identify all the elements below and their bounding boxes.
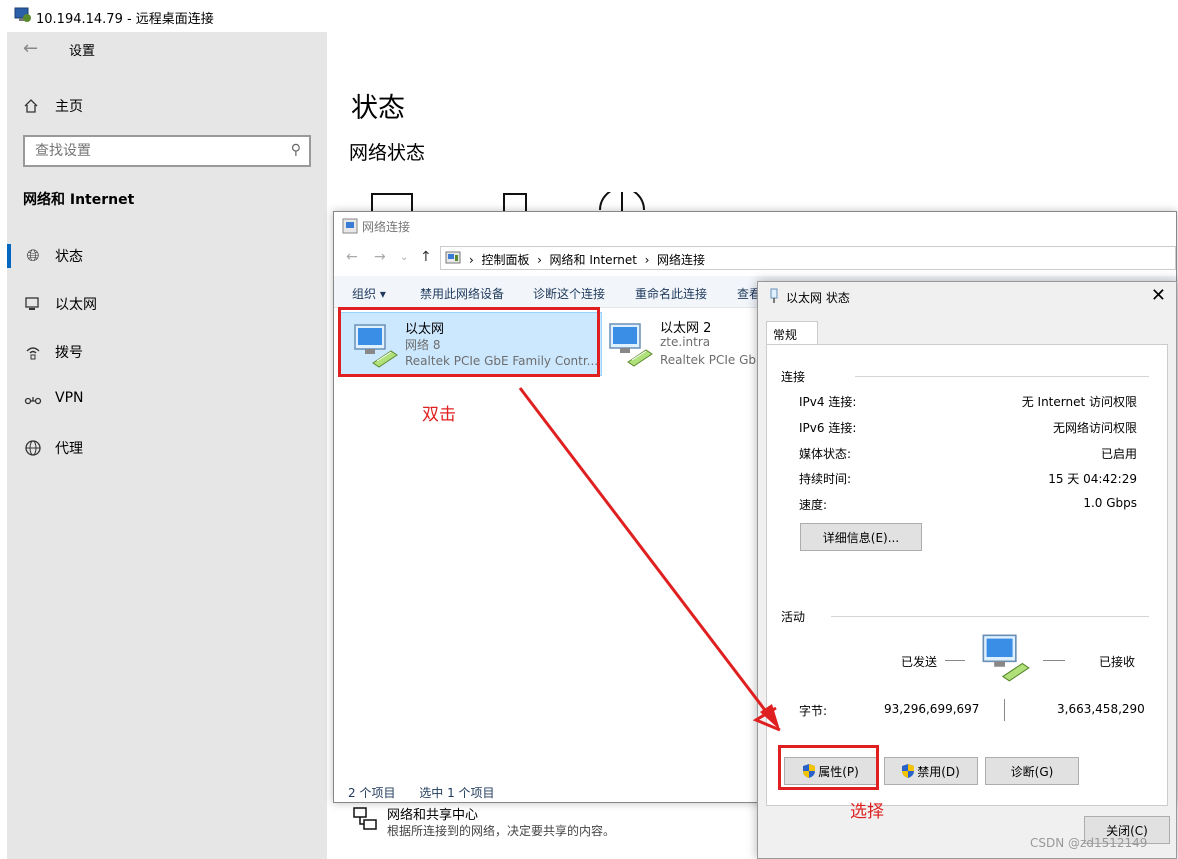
duration-value: 15 天 04:42:29 <box>1048 472 1137 486</box>
watermark: CSDN @zd1512149 <box>1030 836 1148 850</box>
network-adapter-icon <box>609 323 653 367</box>
tab-general[interactable]: 常规 <box>766 321 818 345</box>
search-icon[interactable]: ⚲ <box>291 142 301 158</box>
breadcrumb-sep-icon: › <box>529 253 550 267</box>
remote-desktop-icon <box>14 7 31 22</box>
netconn-title: 网络连接 <box>362 220 411 234</box>
speed-value: 1.0 Gbps <box>1083 496 1137 510</box>
uac-shield-icon <box>902 763 915 778</box>
back-arrow-icon[interactable]: ← <box>346 249 358 265</box>
sidebar-item-proxy[interactable]: 代理 <box>7 430 327 466</box>
address-row: ← → ⌄ ↑ › 控制面板 › 网络和 Internet › 网络连接 <box>334 244 1176 272</box>
ethernet-monitor-icon <box>25 297 39 310</box>
rename-connection-button[interactable]: 重命名此连接 <box>635 285 707 302</box>
organize-button[interactable]: 组织 ▾ <box>352 285 386 302</box>
network-status-heading: 网络状态 <box>349 142 426 164</box>
control-panel-icon <box>445 251 461 264</box>
annotation-box-properties <box>778 745 879 790</box>
selected-count: 选中 1 个项目 <box>419 786 495 800</box>
bytes-sent-value: 93,296,699,697 <box>884 702 980 716</box>
sidebar-item-label: 拨号 <box>55 345 83 361</box>
netconn-title-bar: 网络连接 <box>334 212 1176 240</box>
ipv6-value: 无网络访问权限 <box>1052 421 1137 435</box>
settings-search-box[interactable]: ⚲ <box>23 135 311 167</box>
address-bar[interactable]: › 控制面板 › 网络和 Internet › 网络连接 <box>440 246 1176 270</box>
up-arrow-icon[interactable]: ↑ <box>420 249 432 265</box>
status-bar: 2 个项目 选中 1 个项目 <box>348 784 515 801</box>
globe-icon <box>25 440 41 456</box>
breadcrumb-item[interactable]: 控制面板 <box>481 253 529 267</box>
breadcrumb-sep-icon: › <box>636 253 658 267</box>
dialup-icon <box>26 347 40 360</box>
annotation-select: 选择 <box>850 802 884 822</box>
divider <box>831 616 1149 617</box>
sidebar-item-label: 以太网 <box>55 297 97 313</box>
duration-label: 持续时间: <box>799 472 852 486</box>
ipv4-value: 无 Internet 访问权限 <box>1021 395 1137 409</box>
details-button[interactable]: 详细信息(E)... <box>800 523 922 551</box>
media-state-value: 已启用 <box>1100 447 1137 461</box>
media-state-label: 媒体状态: <box>799 447 852 461</box>
bytes-received-value: 3,663,458,290 <box>1057 702 1145 716</box>
sidebar-item-dialup[interactable]: 拨号 <box>7 334 327 370</box>
network-diagram-icons <box>371 192 645 212</box>
disable-label: 禁用(D) <box>917 764 960 779</box>
page-title: 状态 <box>351 93 405 124</box>
received-label: 已接收 <box>1099 655 1136 669</box>
sharing-center-icon <box>353 807 377 830</box>
globe-network-icon: 🌐︎ <box>26 246 40 265</box>
divider <box>855 376 1149 377</box>
home-icon <box>24 99 38 113</box>
ethernet-plug-icon <box>770 288 778 303</box>
adapter-name: 以太网 2 <box>660 321 712 336</box>
sidebar-item-label: 状态 <box>55 249 83 265</box>
bytes-divider <box>1004 699 1005 721</box>
settings-search-input[interactable] <box>25 137 275 165</box>
sent-dash <box>945 660 965 661</box>
activity-network-icon <box>982 634 1030 682</box>
breadcrumb-sep-icon: › <box>469 253 482 267</box>
forward-arrow-icon[interactable]: → <box>374 249 386 265</box>
sent-label: 已发送 <box>901 655 938 669</box>
network-connections-icon <box>342 218 358 234</box>
breadcrumb: › 控制面板 › 网络和 Internet › 网络连接 <box>469 251 705 268</box>
sharing-center-desc: 根据所连接到的网络，决定要共享的内容。 <box>387 824 616 838</box>
annotation-box-adapter <box>338 307 600 377</box>
received-dash <box>1043 660 1065 661</box>
breadcrumb-item[interactable]: 网络和 Internet <box>550 253 637 267</box>
bytes-label: 字节: <box>799 704 828 718</box>
diagnose-connection-button[interactable]: 诊断这个连接 <box>533 285 605 302</box>
section-heading: 网络和 Internet <box>23 192 135 208</box>
active-indicator <box>7 244 11 268</box>
settings-title: 设置 <box>69 44 96 59</box>
speed-label: 速度: <box>799 498 828 512</box>
nav-home-label: 主页 <box>55 99 83 115</box>
sidebar-item-vpn[interactable]: VPN <box>7 382 327 418</box>
chevron-down-icon[interactable]: ⌄ <box>400 252 408 263</box>
annotation-arrow-icon <box>518 387 781 732</box>
item-count: 2 个项目 <box>348 786 396 800</box>
disable-device-button[interactable]: 禁用此网络设备 <box>420 285 504 302</box>
back-arrow-icon[interactable]: ← <box>23 38 38 59</box>
adapter-network: zte.intra <box>660 335 711 349</box>
adapter-device: Realtek PCIe GbE <box>660 353 756 367</box>
ipv4-label: IPv4 连接: <box>799 395 857 409</box>
rdp-title-bar: 10.194.14.79 - 远程桌面连接 <box>0 0 1178 32</box>
dialog-title: 以太网 状态 <box>786 291 850 305</box>
sidebar-item-label: VPN <box>55 390 84 406</box>
sidebar-item-ethernet[interactable]: 以太网 <box>7 286 327 322</box>
breadcrumb-item[interactable]: 网络连接 <box>657 253 705 267</box>
close-icon[interactable]: ✕ <box>1151 285 1166 306</box>
sidebar-item-label: 代理 <box>55 441 83 457</box>
annotation-double-click: 双击 <box>422 405 456 425</box>
disable-button[interactable]: 禁用(D) <box>884 757 978 785</box>
ipv6-label: IPv6 连接: <box>799 421 857 435</box>
diagnose-button[interactable]: 诊断(G) <box>985 757 1079 785</box>
sharing-center-title: 网络和共享中心 <box>387 808 479 823</box>
general-panel: 连接 IPv4 连接: 无 Internet 访问权限 IPv6 连接: 无网络… <box>766 344 1168 806</box>
settings-sidebar: ← 设置 主页 ⚲ 网络和 Internet 🌐︎ 状态 以太网 拨号 <box>7 32 327 859</box>
rdp-window-title: 10.194.14.79 - 远程桌面连接 <box>36 12 214 27</box>
vpn-icon <box>24 397 42 405</box>
sidebar-item-status[interactable]: 🌐︎ 状态 <box>7 238 327 274</box>
